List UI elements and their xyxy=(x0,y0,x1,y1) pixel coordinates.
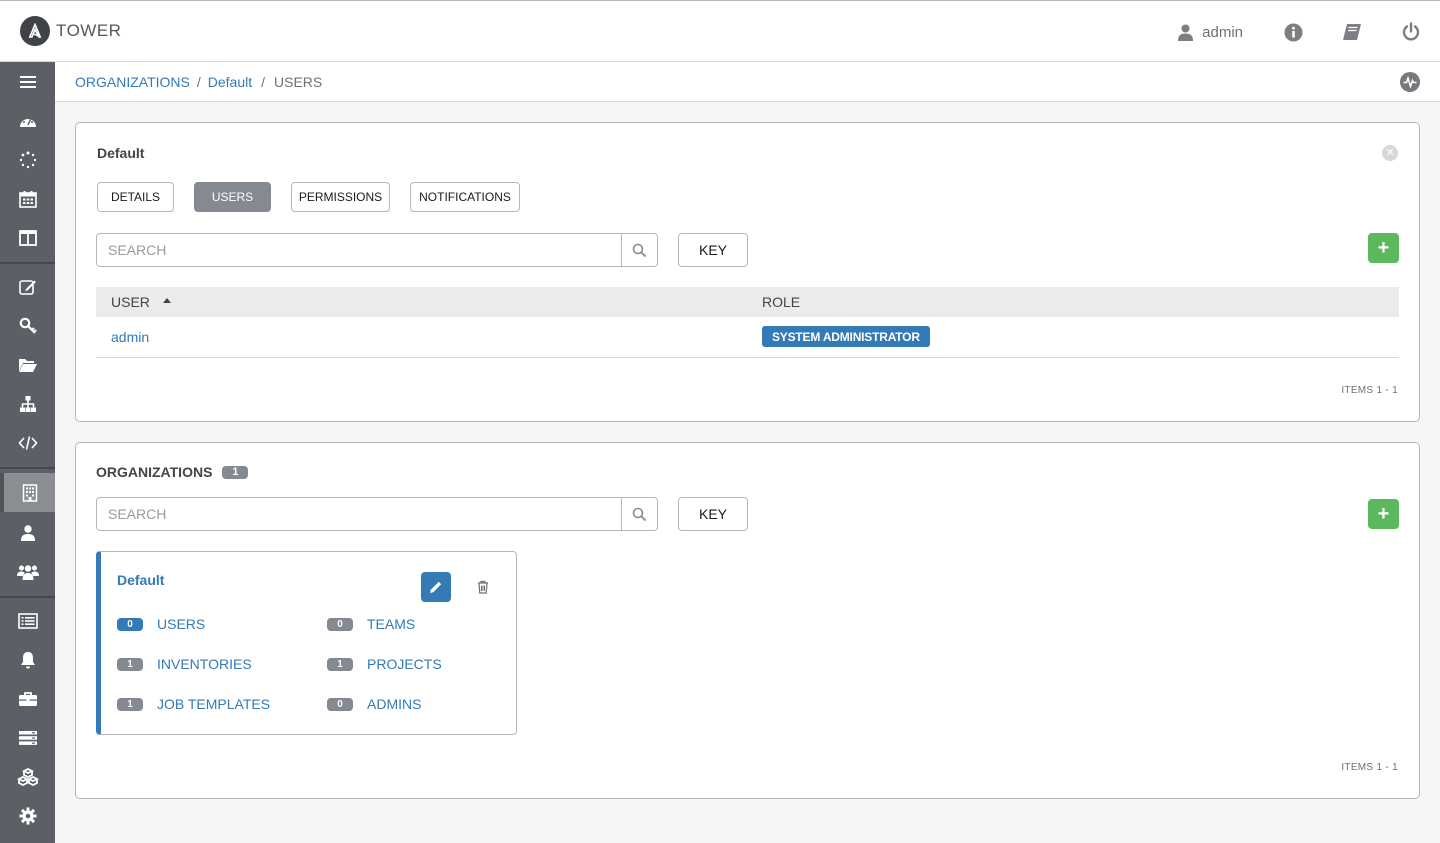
table-row: admin SYSTEM ADMINISTRATOR xyxy=(96,317,1399,358)
key-button[interactable]: KEY xyxy=(678,497,748,531)
user-link[interactable]: admin xyxy=(111,329,149,345)
settings-icon[interactable] xyxy=(0,796,55,835)
sidebar-divider xyxy=(0,262,55,264)
stat-job-templates-count: 1 xyxy=(117,697,143,711)
search-button[interactable] xyxy=(621,498,657,530)
users-search xyxy=(96,233,658,267)
items-count: ITEMS 1 - 1 xyxy=(1341,385,1398,396)
breadcrumb-separator: / xyxy=(196,73,201,90)
stat-inventories-label: INVENTORIES xyxy=(157,656,252,672)
add-user-button[interactable]: + xyxy=(1368,233,1399,263)
organizations-heading: ORGANIZATIONS 1 xyxy=(96,464,249,480)
applications-icon[interactable] xyxy=(0,757,55,796)
projects-icon[interactable] xyxy=(0,345,55,384)
stat-users-label: USERS xyxy=(157,616,206,632)
inventory-scripts-icon[interactable] xyxy=(0,423,55,462)
role-badge: SYSTEM ADMINISTRATOR xyxy=(762,326,930,347)
organizations-title: ORGANIZATIONS xyxy=(96,464,213,480)
stat-projects-count: 1 xyxy=(327,657,353,671)
users-icon[interactable] xyxy=(0,513,55,552)
search-input[interactable] xyxy=(97,498,621,530)
instance-groups-icon[interactable] xyxy=(0,718,55,757)
column-user[interactable]: USER xyxy=(111,294,171,310)
stat-projects[interactable]: 1 PROJECTS xyxy=(327,656,442,672)
search-button[interactable] xyxy=(621,234,657,266)
stat-job-templates[interactable]: 1 JOB TEMPLATES xyxy=(117,696,270,712)
inventories-icon[interactable] xyxy=(0,384,55,423)
search-icon xyxy=(632,243,647,257)
tab-details[interactable]: DETAILS xyxy=(97,182,174,212)
stat-teams[interactable]: 0 TEAMS xyxy=(327,616,415,632)
table-header: USER ROLE xyxy=(96,287,1399,317)
user-menu[interactable]: admin xyxy=(1178,24,1243,41)
stat-admins-count: 0 xyxy=(327,697,353,711)
trash-icon[interactable] xyxy=(475,579,491,595)
column-role: ROLE xyxy=(762,294,801,310)
activity-stream-icon[interactable] xyxy=(1400,72,1420,92)
sidebar-divider xyxy=(0,596,55,598)
key-button[interactable]: KEY xyxy=(678,233,748,267)
search-icon xyxy=(632,507,647,521)
sidebar xyxy=(0,62,55,843)
user-name: admin xyxy=(1202,23,1243,41)
edit-button[interactable] xyxy=(421,572,451,602)
breadcrumb-organizations[interactable]: ORGANIZATIONS xyxy=(75,74,190,90)
teams-icon[interactable] xyxy=(0,552,55,591)
close-icon[interactable]: ✕ xyxy=(1382,145,1398,161)
search-input[interactable] xyxy=(97,234,621,266)
stat-users-count: 0 xyxy=(117,617,143,631)
stat-projects-label: PROJECTS xyxy=(367,656,442,672)
header-actions: admin xyxy=(1178,1,1440,63)
sort-ascending-icon xyxy=(162,297,171,303)
stat-teams-label: TEAMS xyxy=(367,616,416,632)
organization-card: Default 0 USERS 0 TEAMS 1 INVENTORIES 1 … xyxy=(96,551,517,735)
portal-icon[interactable] xyxy=(0,218,55,257)
organization-detail-panel: Default ✕ DETAILS USERS PERMISSIONS NOTI… xyxy=(75,122,1420,422)
organizations-count-badge: 1 xyxy=(222,465,249,479)
top-header: TOWER admin xyxy=(0,0,1440,62)
schedules-icon[interactable] xyxy=(0,179,55,218)
organizations-icon[interactable] xyxy=(0,473,55,512)
credential-types-icon[interactable] xyxy=(0,601,55,640)
add-organization-button[interactable]: + xyxy=(1368,499,1399,529)
breadcrumb-separator: / xyxy=(261,73,265,90)
stat-admins[interactable]: 0 ADMINS xyxy=(327,696,421,712)
tab-users[interactable]: USERS xyxy=(194,182,271,212)
user-icon xyxy=(1178,24,1194,41)
items-count: ITEMS 1 - 1 xyxy=(1341,762,1398,773)
pencil-icon xyxy=(430,581,442,593)
menu-icon[interactable] xyxy=(0,62,55,101)
tab-notifications[interactable]: NOTIFICATIONS xyxy=(410,182,520,212)
stat-inventories-count: 1 xyxy=(117,657,143,671)
column-user-label: USER xyxy=(111,294,150,310)
breadcrumb-current: USERS xyxy=(274,73,323,90)
dashboard-icon[interactable] xyxy=(0,101,55,140)
app-title: TOWER xyxy=(56,21,122,40)
management-jobs-icon[interactable] xyxy=(0,679,55,718)
organization-name-link[interactable]: Default xyxy=(117,572,164,588)
templates-icon[interactable] xyxy=(0,267,55,306)
sidebar-divider xyxy=(0,467,55,469)
credentials-icon[interactable] xyxy=(0,306,55,345)
stat-teams-count: 0 xyxy=(327,617,353,631)
tab-permissions[interactable]: PERMISSIONS xyxy=(291,182,390,212)
stat-users[interactable]: 0 USERS xyxy=(117,616,205,632)
panel-title: Default xyxy=(97,145,145,161)
documentation-book-icon[interactable] xyxy=(1342,22,1362,42)
jobs-icon[interactable] xyxy=(0,140,55,179)
logout-power-icon[interactable] xyxy=(1401,22,1421,42)
ansible-logo-icon xyxy=(20,16,50,46)
stat-admins-label: ADMINS xyxy=(367,696,422,712)
stat-job-templates-label: JOB TEMPLATES xyxy=(157,696,271,712)
tower-logo[interactable]: TOWER xyxy=(20,16,121,46)
organizations-search xyxy=(96,497,658,531)
organizations-list-panel: ORGANIZATIONS 1 KEY + Default 0 USERS 0 … xyxy=(75,442,1420,799)
notifications-icon[interactable] xyxy=(0,640,55,679)
breadcrumb: ORGANIZATIONS / Default / USERS xyxy=(55,62,1440,102)
breadcrumb-default[interactable]: Default xyxy=(208,74,252,90)
stat-inventories[interactable]: 1 INVENTORIES xyxy=(117,656,252,672)
about-info-icon[interactable] xyxy=(1283,22,1303,42)
